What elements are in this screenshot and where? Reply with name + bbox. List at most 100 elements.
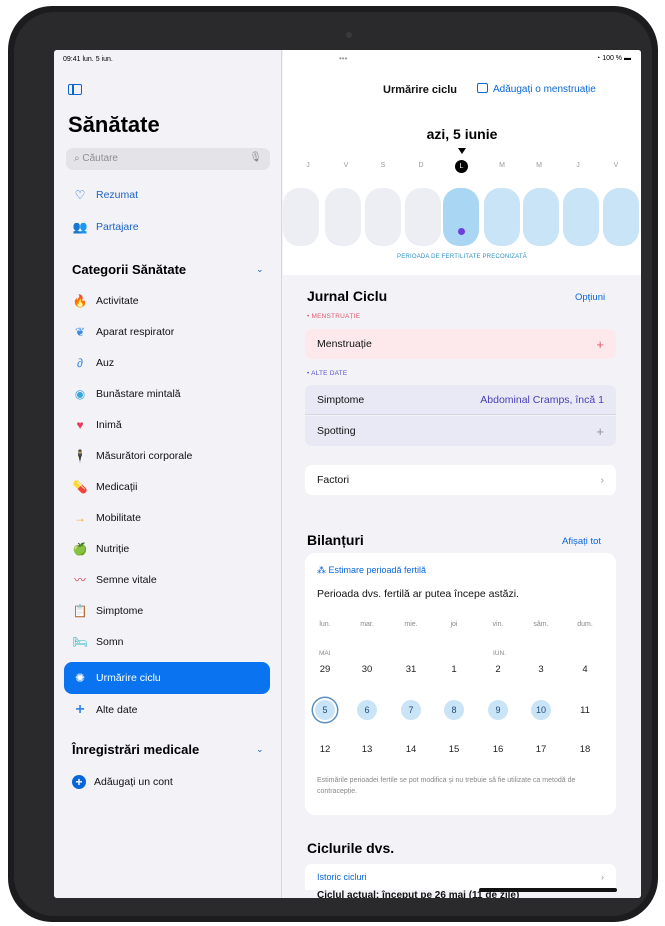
day-pill-today[interactable]	[443, 188, 479, 246]
brain-icon: ◉	[74, 387, 86, 401]
day-pill-fertile[interactable]	[523, 188, 559, 246]
cycle-icon: ✺	[74, 671, 86, 685]
sidebar-item-urmarire-ciclu[interactable]: ✺ Urmărire ciclu	[64, 662, 270, 694]
figure-icon: 🕴	[72, 449, 88, 463]
day-pill-fertile[interactable]	[563, 188, 599, 246]
add-period-button[interactable]: Adăugați o menstruație	[477, 83, 596, 95]
day-letter: V	[613, 162, 619, 169]
estimate-disclaimer: Estimările perioadei fertile se pot modi…	[317, 777, 576, 795]
day-letter: M	[536, 162, 542, 169]
records-header[interactable]: Înregistrări medicale	[72, 742, 199, 757]
heart-icon: ♥	[76, 418, 84, 432]
calendar-day: 30	[361, 664, 373, 675]
sidebar-item-rezumat[interactable]: ♡ Rezumat	[54, 180, 282, 210]
spotting-row[interactable]: Spotting +	[305, 416, 616, 446]
options-link[interactable]: Opțiuni	[575, 292, 605, 303]
sidebar-item-somn[interactable]: 🛏 Somn	[54, 627, 282, 657]
status-battery: ◔ 100 % ▬	[596, 55, 631, 62]
cycle-timeline: ••• ◔ 100 % ▬ Urmărire ciclu Adăugați o …	[283, 50, 641, 275]
calendar-day-today: 5	[315, 700, 335, 720]
today-marker-icon	[458, 148, 466, 154]
day-pill[interactable]	[365, 188, 401, 246]
weekday-label: dum.	[577, 621, 593, 628]
add-icon[interactable]: +	[596, 424, 604, 439]
sidebar-item-label: Mobilitate	[96, 512, 141, 524]
search-input[interactable]: ⌕ Căutare 🎙	[66, 148, 270, 170]
sidebar-item-label: Inimă	[96, 419, 122, 431]
sidebar-item-label: Semne vitale	[96, 574, 157, 586]
chevron-down-icon[interactable]: ⌄	[256, 744, 264, 755]
arrow-icon: →	[74, 511, 86, 525]
sidebar-item-bunastare-mintala[interactable]: ◉ Bunăstare mintală	[54, 379, 282, 409]
categories-header[interactable]: Categorii Sănătate	[72, 262, 186, 277]
sidebar-item-label: Nutriție	[96, 543, 130, 555]
sidebar-item-activitate[interactable]: 🔥 Activitate	[54, 286, 282, 316]
calendar-day: 4	[582, 664, 588, 675]
month-label: MAI	[319, 650, 331, 657]
weekday-label: sâm.	[533, 621, 549, 628]
calendar-day-fertile: 10	[531, 700, 551, 720]
multitask-dots[interactable]: •••	[339, 54, 347, 63]
calendar-day: 14	[405, 744, 417, 755]
day-pill[interactable]	[325, 188, 361, 246]
add-account-button[interactable]: + Adăugați un cont	[54, 767, 282, 797]
day-letter: M	[499, 162, 505, 169]
main-panel: ••• ◔ 100 % ▬ Urmărire ciclu Adăugați o …	[283, 50, 641, 898]
sidebar-item-semne-vitale[interactable]: 〰 Semne vitale	[54, 565, 282, 595]
clipboard-icon: 📋	[72, 604, 88, 618]
lungs-icon: ❦	[74, 325, 86, 339]
sidebar-toggle-icon[interactable]	[68, 84, 82, 95]
weekday-label: vin.	[492, 621, 504, 628]
sidebar-item-simptome[interactable]: 📋 Simptome	[54, 596, 282, 626]
day-pill-fertile[interactable]	[603, 188, 639, 246]
day-pill-fertile[interactable]	[484, 188, 520, 246]
sidebar-item-label: Medicații	[96, 481, 138, 493]
sidebar-item-label: Rezumat	[96, 189, 139, 201]
day-letter-today: L	[455, 160, 468, 173]
battery-icon: ▬	[622, 55, 631, 62]
camera-icon	[346, 32, 352, 38]
cycle-history-row[interactable]: Istoric cicluri ›	[305, 864, 616, 890]
chevron-right-icon: ›	[600, 474, 605, 486]
plus-icon: +	[75, 701, 85, 718]
sidebar-item-masuratori-corporale[interactable]: 🕴 Măsurători corporale	[54, 441, 282, 471]
logged-dot-icon	[458, 228, 465, 235]
sidebar-item-label: Partajare	[96, 221, 139, 233]
calendar-day: 1	[451, 664, 457, 675]
day-pill[interactable]	[405, 188, 441, 246]
fertile-estimate-card[interactable]: ⁂ Estimare perioadă fertilă Perioada dvs…	[305, 553, 616, 815]
sidebar-item-aparat-respirator[interactable]: ❦ Aparat respirator	[54, 317, 282, 347]
sidebar-item-label: Urmărire ciclu	[96, 672, 161, 684]
calendar-day: 16	[492, 744, 504, 755]
status-time: 09:41 lun. 5 iun.	[63, 56, 113, 63]
day-pill[interactable]	[283, 188, 319, 246]
sidebar-item-partajare[interactable]: 👥 Partajare	[54, 212, 282, 242]
sidebar-item-medicatii[interactable]: 💊 Medicații	[54, 472, 282, 502]
sidebar-item-auz[interactable]: ∂ Auz	[54, 348, 282, 378]
sidebar-item-mobilitate[interactable]: → Mobilitate	[54, 503, 282, 533]
calendar-day: 3	[538, 664, 544, 675]
sidebar-item-inima[interactable]: ♥ Inimă	[54, 410, 282, 440]
sidebar-item-label: Auz	[96, 357, 115, 369]
calendar-day-fertile: 9	[488, 700, 508, 720]
calendar-day: 31	[405, 664, 417, 675]
menstruation-row[interactable]: Menstruație +	[305, 329, 616, 359]
sidebar-item-nutritie[interactable]: 🍏 Nutriție	[54, 534, 282, 564]
symptoms-row[interactable]: Simptome Abdominal Cramps, încă 1	[305, 385, 616, 415]
flame-icon: 🔥	[72, 294, 88, 308]
show-all-link[interactable]: Afișați tot	[562, 536, 601, 547]
add-icon[interactable]: +	[596, 337, 604, 352]
calendar-day: 13	[361, 744, 373, 755]
chevron-down-icon[interactable]: ⌄	[256, 264, 264, 275]
sidebar-item-alte-date[interactable]: + Alte date	[54, 695, 282, 725]
weekday-label: joi	[450, 621, 458, 628]
home-indicator[interactable]	[479, 888, 617, 892]
sidebar-item-label: Activitate	[96, 295, 139, 307]
calendar-day: 11	[580, 705, 590, 716]
microphone-icon[interactable]: 🎙	[249, 152, 262, 163]
factors-row[interactable]: Factori ›	[305, 465, 616, 495]
ipad-frame: 09:41 lun. 5 iun. Sănătate ⌕ Căutare 🎙 ♡…	[8, 6, 658, 922]
calendar-day: 15	[448, 744, 460, 755]
today-label: azi, 5 iunie	[426, 126, 498, 142]
symptoms-value: Abdominal Cramps, încă 1	[480, 393, 604, 406]
